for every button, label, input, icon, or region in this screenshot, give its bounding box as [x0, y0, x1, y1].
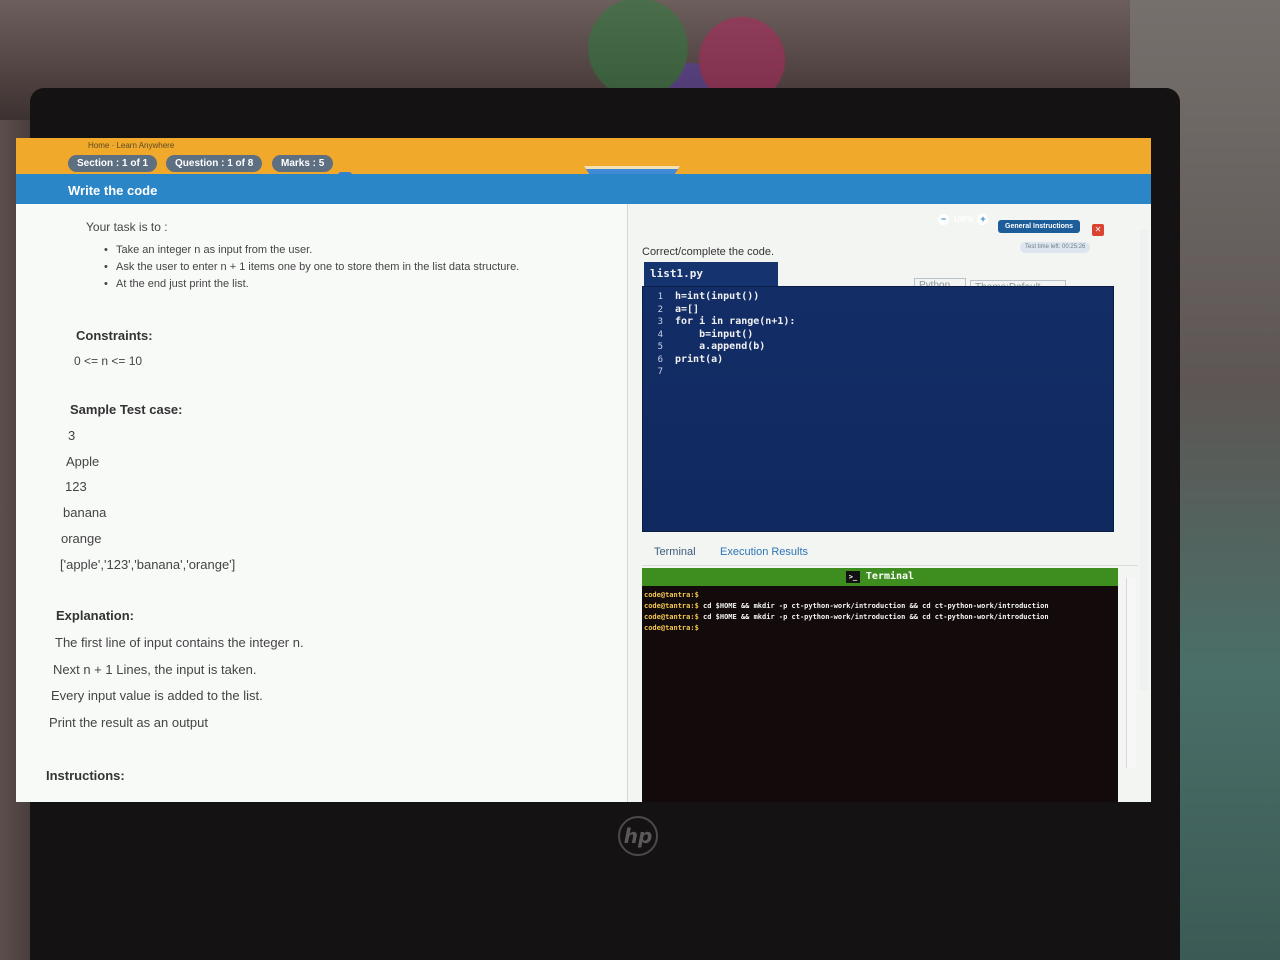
line-number: 7: [657, 367, 663, 377]
constraints-heading: Constraints:: [76, 328, 153, 343]
task-item: At the end just print the list.: [104, 278, 519, 295]
code-text[interactable]: a=[]: [675, 304, 699, 317]
timer-badge: Test time left: 00:25:26: [1020, 242, 1091, 253]
sample-output: ['apple','123','banana','orange']: [60, 557, 236, 572]
title-bar: [16, 174, 1151, 204]
code-line[interactable]: 4 b=input(): [643, 329, 1113, 342]
section-pill: Section : 1 of 1: [68, 155, 158, 172]
question-pill: Question : 1 of 8: [166, 155, 263, 172]
marks-pill: Marks : 5: [272, 155, 334, 172]
terminal-line: code@tantra:$ cd $HOME && mkdir -p ct-py…: [644, 601, 1049, 612]
sample-line: banana: [63, 505, 107, 520]
sample-line: 123: [65, 479, 87, 494]
explanation-line: Print the result as an output: [49, 715, 208, 730]
code-text[interactable]: [675, 366, 699, 379]
line-number: 2: [657, 304, 663, 315]
terminal-icon: >_: [845, 571, 860, 583]
terminal-title: Terminal: [865, 571, 915, 582]
code-line[interactable]: 3 for i in range(n+1):: [643, 316, 1113, 329]
zoom-in-icon[interactable]: +: [977, 214, 989, 225]
question-panel: Your task is to : Take an integer n as i…: [16, 204, 628, 802]
page-scrollbar[interactable]: [1140, 230, 1148, 690]
page-title: Write the code: [68, 183, 158, 198]
terminal-line: code@tantra:$ cd $HOME && mkdir -p ct-py…: [644, 612, 1049, 623]
sample-line: orange: [61, 531, 102, 546]
terminal-line: code@tantra:$: [644, 623, 1049, 634]
code-line[interactable]: 5 a.append(b): [643, 341, 1113, 354]
code-text[interactable]: a.append(b): [675, 341, 765, 354]
terminal-command: cd $HOME && mkdir -p ct-python-work/intr…: [698, 613, 1049, 621]
tab-divider: [642, 565, 1138, 566]
zoom-level: 100%: [953, 215, 974, 224]
zoom-controls: − 100% +: [938, 214, 989, 225]
terminal-panel[interactable]: >_ Terminal code@tantra:$ code@tantra:$ c…: [642, 568, 1118, 802]
terminal-command: cd $HOME && mkdir -p ct-python-work/intr…: [698, 602, 1049, 610]
terminal-prompt: code@tantra:$: [644, 613, 699, 621]
terminal-prompt: code@tantra:$: [644, 602, 699, 610]
hp-logo: hp: [618, 816, 658, 856]
explanation-line: The first line of input contains the int…: [55, 635, 304, 650]
code-text[interactable]: for i in range(n+1):: [675, 316, 795, 329]
explanation-line: Next n + 1 Lines, the input is taken.: [53, 662, 257, 677]
terminal-output[interactable]: code@tantra:$ code@tantra:$ cd $HOME && …: [644, 590, 1049, 634]
line-number: 3: [657, 317, 663, 327]
code-editor[interactable]: 1 h=int(input()) 2 a=[] 3 for i in range…: [642, 286, 1114, 532]
tab-terminal[interactable]: Terminal: [654, 546, 696, 558]
file-tab[interactable]: list1.py: [644, 262, 778, 286]
sample-line: 3: [68, 428, 76, 443]
editor-label: Correct/complete the code.: [642, 246, 775, 258]
line-number: 4: [657, 329, 663, 340]
task-item: Ask the user to enter n + 1 items one by…: [104, 261, 519, 278]
task-item: Take an integer n as input from the user…: [104, 244, 519, 261]
zoom-out-icon[interactable]: −: [938, 214, 949, 225]
code-text[interactable]: print(a): [675, 354, 723, 367]
code-line[interactable]: 2 a=[]: [643, 304, 1113, 317]
sample-heading: Sample Test case:: [70, 402, 183, 417]
close-icon[interactable]: ✕: [1092, 224, 1104, 236]
terminal-scrollbar[interactable]: [1126, 578, 1136, 768]
breadcrumb[interactable]: Home · Learn Anywhere: [88, 141, 174, 150]
line-number: 1: [657, 292, 663, 302]
instructions-heading: Instructions:: [46, 768, 125, 783]
code-line[interactable]: 6 print(a): [643, 354, 1113, 367]
terminal-prompt: code@tantra:$: [644, 624, 699, 632]
explanation-line: Every input value is added to the list.: [51, 688, 263, 703]
code-text[interactable]: b=input(): [675, 329, 753, 342]
terminal-prompt: code@tantra:$: [644, 591, 699, 599]
explanation-heading: Explanation:: [56, 608, 135, 623]
code-line[interactable]: 7: [643, 366, 1113, 379]
task-intro: Your task is to :: [86, 220, 168, 234]
line-number: 5: [657, 342, 663, 352]
tab-execution-results[interactable]: Execution Results: [720, 546, 808, 558]
laptop-screen: Home · Learn Anywhere Section : 1 of 1 Q…: [16, 138, 1151, 802]
terminal-line: code@tantra:$: [644, 590, 1049, 601]
general-instructions-button[interactable]: General Instructions: [998, 220, 1081, 233]
constraint-value: 0 <= n <= 10: [74, 354, 143, 368]
code-line[interactable]: 1 h=int(input()): [643, 291, 1113, 304]
sample-line: Apple: [66, 454, 100, 469]
task-list: Take an integer n as input from the user…: [104, 244, 519, 295]
line-number: 6: [657, 354, 663, 365]
code-text[interactable]: h=int(input()): [675, 291, 759, 304]
terminal-header: >_ Terminal: [642, 568, 1118, 586]
